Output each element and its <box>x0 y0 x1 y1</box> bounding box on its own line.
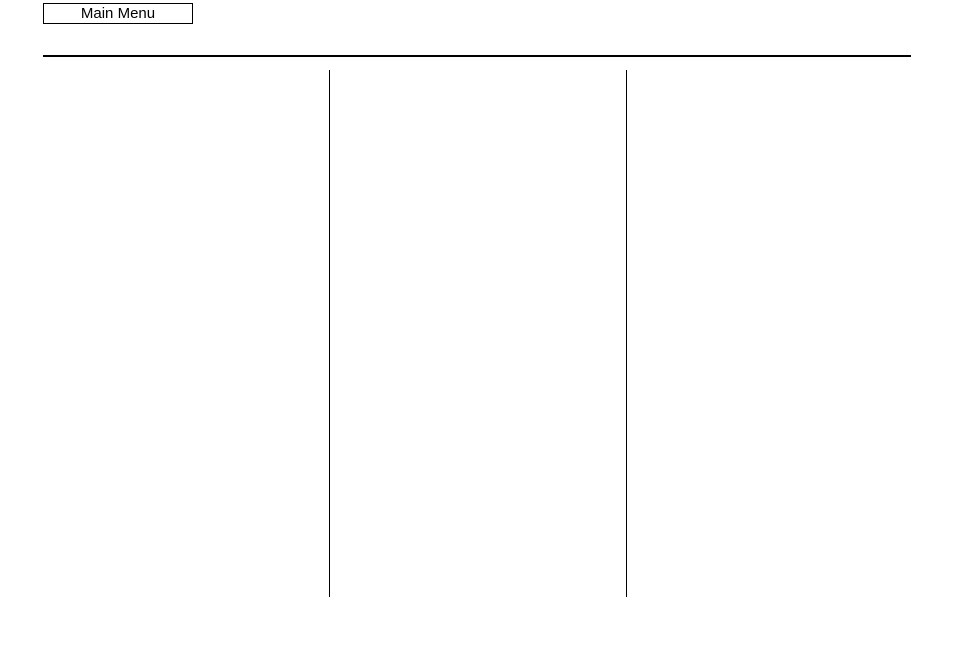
horizontal-divider <box>43 55 911 57</box>
column-divider-2 <box>626 70 627 597</box>
main-menu-button[interactable]: Main Menu <box>43 3 193 24</box>
column-divider-1 <box>329 70 330 597</box>
